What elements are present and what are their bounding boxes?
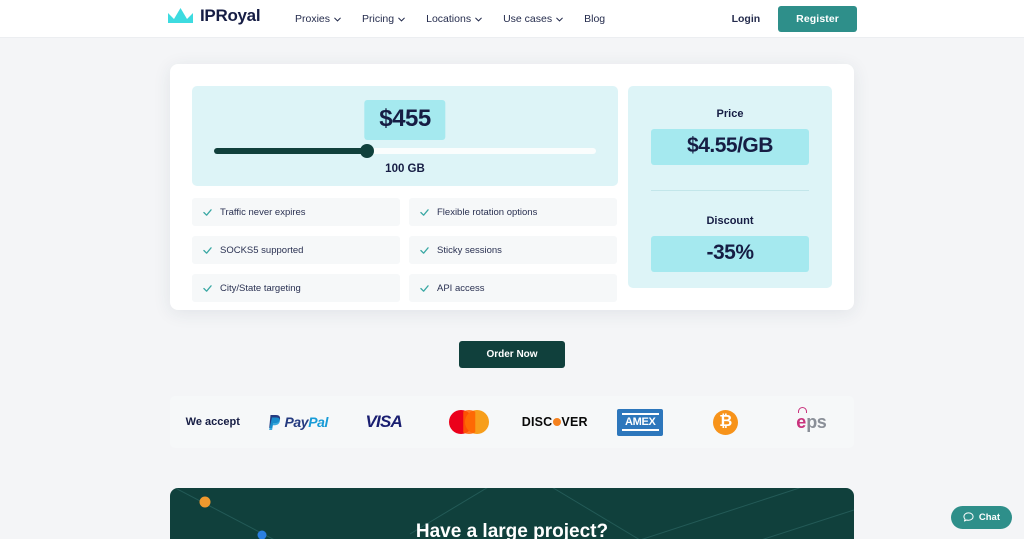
site-header: IPRoyal Proxies Pricing Locations Use ca… <box>0 0 1024 38</box>
nav-item-locations[interactable]: Locations <box>426 13 482 25</box>
discount-value: -35% <box>651 236 809 272</box>
we-accept-cell: We accept <box>170 416 256 428</box>
bitcoin-icon: ₿ <box>713 409 739 435</box>
feature-label: City/State targeting <box>220 282 301 294</box>
chevron-down-icon <box>556 17 563 22</box>
feature-item: SOCKS5 supported <box>192 236 400 264</box>
amex-wordmark: AMEX <box>621 413 659 431</box>
price-label: Price <box>716 108 744 120</box>
payment-paypal: PayPal <box>256 414 342 430</box>
slider-fill <box>214 148 367 154</box>
feature-item: Sticky sessions <box>409 236 617 264</box>
feature-item: City/State targeting <box>192 274 400 302</box>
discount-label: Discount <box>706 215 754 227</box>
nav-item-use-cases[interactable]: Use cases <box>503 13 563 25</box>
payment-visa: VISA <box>341 412 427 432</box>
summary-divider <box>651 190 809 191</box>
nav-label: Blog <box>584 13 606 25</box>
nav-label: Pricing <box>362 13 395 25</box>
auth-group: Login Register <box>732 0 857 38</box>
eps-letter-e: e <box>796 407 808 431</box>
logo-text: IPRoyal <box>200 6 261 25</box>
feature-label: API access <box>437 282 485 294</box>
paypal-logo: PayPal <box>268 414 328 430</box>
feature-item: Traffic never expires <box>192 198 400 226</box>
check-icon <box>420 208 429 216</box>
nav-item-blog[interactable]: Blog <box>584 13 605 25</box>
nav-item-proxies[interactable]: Proxies <box>295 13 341 25</box>
feature-item: Flexible rotation options <box>409 198 617 226</box>
paypal-wordmark: PayPal <box>284 414 329 430</box>
mastercard-icon <box>449 410 490 434</box>
payment-bitcoin: ₿ <box>683 409 769 435</box>
slider-track[interactable] <box>214 144 596 158</box>
paypal-icon <box>269 414 281 430</box>
check-icon <box>203 208 212 216</box>
crown-icon <box>168 7 193 23</box>
eps-letters-ps: ps <box>806 412 827 432</box>
chat-bubble-icon <box>963 512 974 522</box>
payment-amex: AMEX <box>598 408 684 436</box>
payment-discover: DISC VER <box>512 415 598 429</box>
payment-eps: e ps <box>769 407 855 432</box>
feature-label: Flexible rotation options <box>437 206 538 218</box>
payment-methods-bar: We accept PayPal VISA DISC VER AMEX ₿ e … <box>170 396 854 448</box>
feature-label: SOCKS5 supported <box>220 244 304 256</box>
cta-title: Have a large project? <box>415 521 609 539</box>
check-icon <box>203 284 212 292</box>
summary-panel: Price $4.55/GB Discount -35% <box>628 86 832 288</box>
login-link[interactable]: Login <box>732 13 761 25</box>
payment-mastercard <box>427 410 513 434</box>
register-button[interactable]: Register <box>778 6 857 32</box>
chevron-down-icon <box>334 17 341 22</box>
chat-label: Chat <box>978 512 1000 523</box>
large-project-section: Have a large project? <box>170 488 854 539</box>
discover-dot-icon <box>552 418 561 426</box>
traffic-slider[interactable]: 100 GB <box>214 144 596 175</box>
chevron-down-icon <box>398 17 405 22</box>
chat-widget[interactable]: Chat <box>950 506 1012 529</box>
eps-logo: e ps <box>796 407 827 432</box>
amex-logo: AMEX <box>617 408 664 436</box>
price-value: $4.55/GB <box>651 129 809 165</box>
feature-label: Sticky sessions <box>437 244 502 256</box>
order-now-button[interactable]: Order Now <box>459 341 565 368</box>
total-amount: $455 <box>364 100 446 140</box>
nav-label: Locations <box>426 13 472 25</box>
visa-logo: VISA <box>365 412 403 431</box>
calculator-panel: $455 100 GB <box>192 86 618 186</box>
pricing-card: $455 100 GB Traffic never expires Flexib… <box>170 64 854 310</box>
page-root: IPRoyal Proxies Pricing Locations Use ca… <box>0 0 1024 539</box>
lock-icon <box>798 407 808 413</box>
check-icon <box>420 284 429 292</box>
slider-value-label: 100 GB <box>385 163 425 175</box>
logo[interactable]: IPRoyal <box>168 6 261 25</box>
nav-label: Use cases <box>503 13 553 25</box>
check-icon <box>420 246 429 254</box>
slider-thumb[interactable] <box>359 144 374 158</box>
feature-label: Traffic never expires <box>220 206 306 218</box>
orange-dot <box>199 496 211 508</box>
nav-item-pricing[interactable]: Pricing <box>362 13 405 25</box>
we-accept-label: We accept <box>185 416 240 428</box>
main-nav: Proxies Pricing Locations Use cases Blog <box>295 0 605 38</box>
chevron-down-icon <box>475 17 482 22</box>
discover-logo: DISC VER <box>521 415 588 429</box>
feature-list: Traffic never expires Flexible rotation … <box>192 198 618 302</box>
nav-label: Proxies <box>295 13 331 25</box>
feature-item: API access <box>409 274 617 302</box>
check-icon <box>203 246 212 254</box>
